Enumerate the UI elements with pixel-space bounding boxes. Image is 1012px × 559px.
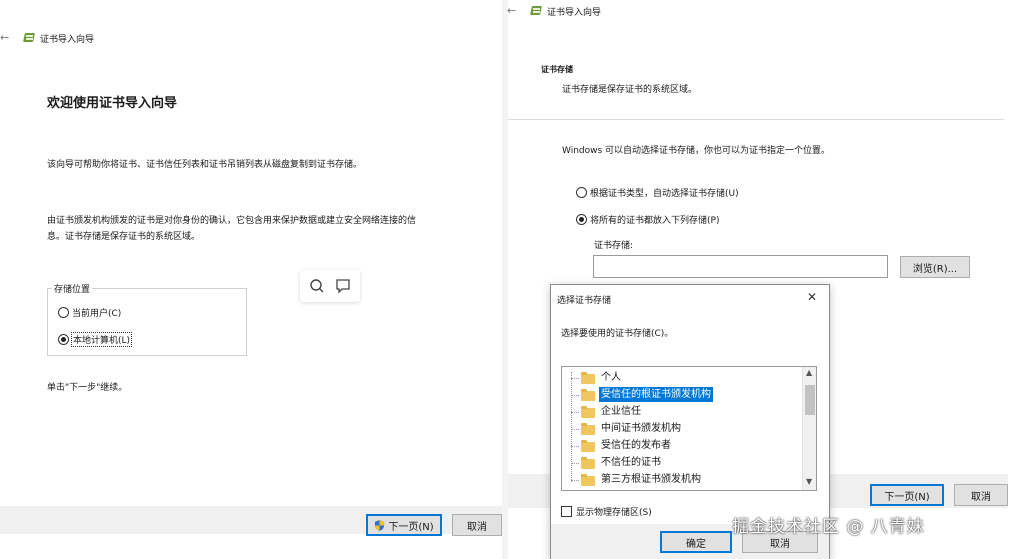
watermark: 掘金技术社区 @ 八青妹 bbox=[732, 517, 925, 537]
certificate-icon bbox=[22, 31, 36, 44]
radio-manual-store-label[interactable]: 将所有的证书都放入下列存储(P) bbox=[590, 213, 719, 226]
left-cancel-button[interactable]: 取消 bbox=[452, 514, 502, 536]
tree-item[interactable]: 不信任的证书 bbox=[599, 455, 663, 470]
folder-icon bbox=[581, 474, 595, 486]
tree-item[interactable]: 中间证书颁发机构 bbox=[599, 421, 683, 436]
dialog-prompt: 选择要使用的证书存储(C)。 bbox=[561, 329, 674, 339]
radio-manual-store[interactable] bbox=[576, 214, 587, 225]
window-title: 证书导入向导 bbox=[40, 35, 95, 45]
section-title: 证书存储 bbox=[541, 65, 573, 74]
right-back-arrow-icon[interactable]: ← bbox=[507, 4, 516, 17]
folder-icon bbox=[581, 372, 595, 384]
scroll-down-icon[interactable]: ▼ bbox=[806, 477, 812, 486]
tree-item[interactable]: 企业信任 bbox=[599, 404, 643, 419]
tree-root-line bbox=[571, 372, 572, 482]
floating-toolbar bbox=[300, 270, 360, 302]
scroll-thumb[interactable] bbox=[805, 385, 815, 415]
search-icon[interactable] bbox=[309, 278, 325, 294]
show-physical-label[interactable]: 显示物理存储区(S) bbox=[576, 505, 652, 518]
right-next-button[interactable]: 下一页(N) bbox=[870, 484, 944, 506]
desc-line-2: 息。证书存储是保存证书的系统区域。 bbox=[47, 232, 201, 242]
tree-connector bbox=[571, 429, 579, 430]
radio-local-machine[interactable] bbox=[58, 334, 69, 345]
tree-item[interactable]: 第三方根证书颁发机构 bbox=[599, 472, 703, 487]
tree-connector bbox=[571, 480, 579, 481]
tree-item[interactable]: 个人 bbox=[599, 370, 623, 385]
dialog-ok-button[interactable]: 确定 bbox=[660, 531, 732, 553]
right-cancel-button[interactable]: 取消 bbox=[954, 484, 1008, 506]
radio-auto-select[interactable] bbox=[576, 187, 587, 198]
back-arrow-icon[interactable]: ← bbox=[0, 31, 9, 44]
left-next-button[interactable]: 下一页(N) bbox=[366, 514, 442, 536]
comment-icon[interactable] bbox=[335, 278, 351, 294]
store-field[interactable] bbox=[593, 255, 888, 278]
store-field-label: 证书存储: bbox=[594, 241, 634, 251]
scroll-up-icon[interactable]: ▲ bbox=[806, 368, 812, 377]
folder-icon bbox=[581, 440, 595, 452]
radio-current-user-label[interactable]: 当前用户(C) bbox=[72, 306, 121, 319]
auto-hint: Windows 可以自动选择证书存储，你也可以为证书指定一个位置。 bbox=[562, 146, 831, 156]
tree-item[interactable]: 受信任的发布者 bbox=[599, 438, 673, 453]
tree-scrollbar[interactable]: ▲ ▼ bbox=[802, 367, 816, 490]
folder-icon bbox=[581, 389, 595, 401]
dialog-close-icon[interactable]: ✕ bbox=[807, 290, 817, 304]
radio-auto-select-label[interactable]: 根据证书类型，自动选择证书存储(U) bbox=[590, 186, 739, 199]
browse-button[interactable]: 浏览(R)... bbox=[900, 256, 970, 278]
right-certificate-icon bbox=[529, 4, 543, 17]
folder-icon bbox=[581, 423, 595, 435]
dialog-title: 选择证书存储 bbox=[557, 296, 612, 306]
folder-icon bbox=[581, 457, 595, 469]
section-desc: 证书存储是保存证书的系统区域。 bbox=[562, 85, 698, 95]
tree-connector bbox=[571, 395, 579, 396]
radio-current-user[interactable] bbox=[58, 307, 69, 318]
store-location-label: 存储位置 bbox=[52, 282, 93, 295]
radio-local-machine-label[interactable]: 本地计算机(L) bbox=[71, 332, 133, 347]
shield-icon bbox=[375, 519, 385, 531]
left-next-button-label: 下一页(N) bbox=[388, 521, 434, 533]
tree-item[interactable]: 受信任的根证书颁发机构 bbox=[599, 387, 713, 402]
tree-connector bbox=[571, 412, 579, 413]
desc-line-1: 由证书颁发机构颁发的证书是对你身份的确认，它包含用来保护数据或建立安全网络连接的… bbox=[47, 216, 417, 226]
tree-connector bbox=[571, 463, 579, 464]
intro-text: 该向导可帮助你将证书、证书信任列表和证书吊销列表从磁盘复制到证书存储。 bbox=[47, 160, 363, 170]
continue-hint: 单击"下一步"继续。 bbox=[47, 383, 128, 393]
tree-connector bbox=[571, 446, 579, 447]
right-window-title: 证书导入向导 bbox=[547, 8, 602, 18]
page-heading: 欢迎使用证书导入向导 bbox=[47, 96, 178, 111]
tree-connector bbox=[571, 378, 579, 379]
show-physical-checkbox[interactable] bbox=[561, 506, 572, 517]
left-wizard-window: ← 证书导入向导 欢迎使用证书导入向导 该向导可帮助你将证书、证书信任列表和证书… bbox=[0, 0, 502, 559]
folder-icon bbox=[581, 406, 595, 418]
